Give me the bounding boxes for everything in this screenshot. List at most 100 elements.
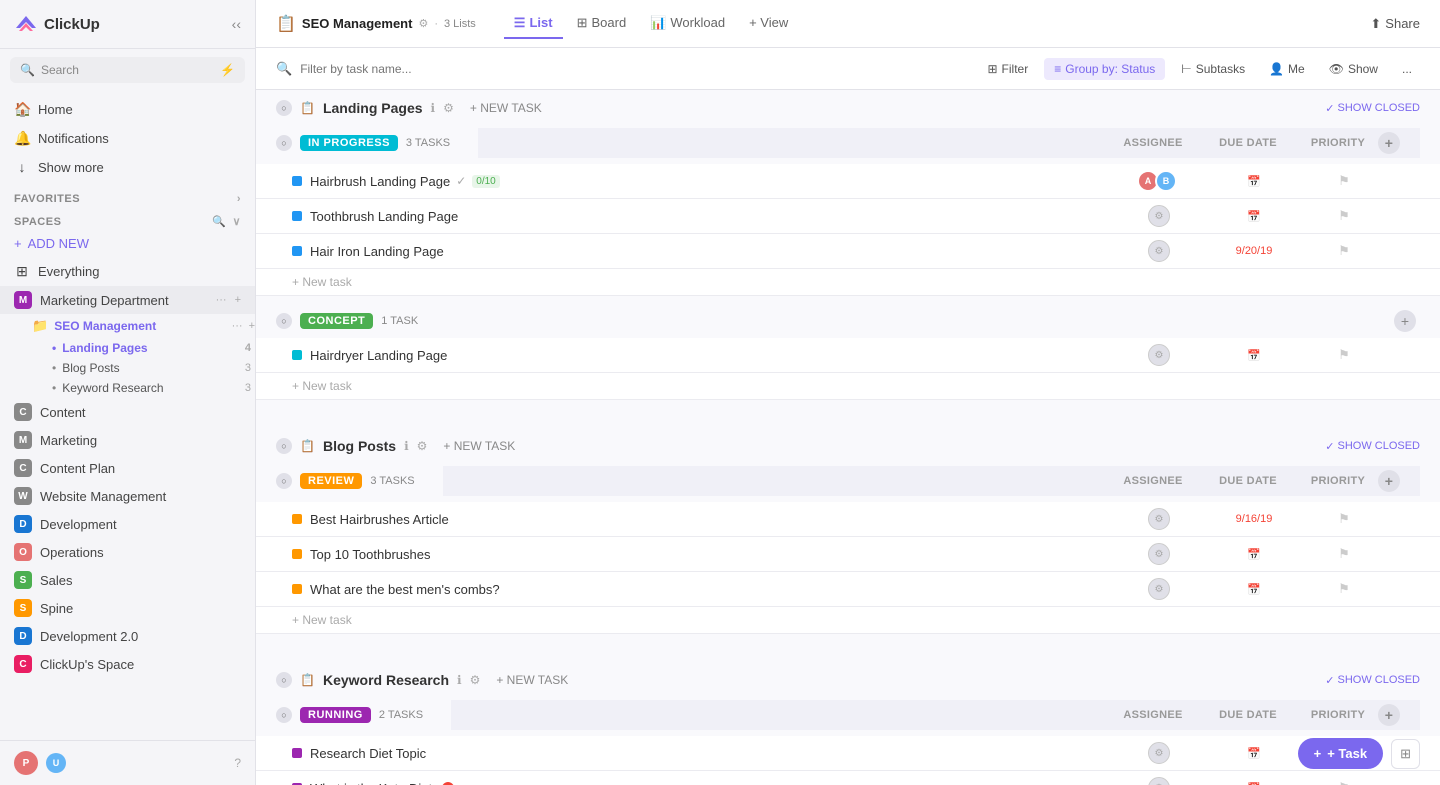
assignee-cell: ⚙ <box>1114 240 1204 262</box>
collapse-in-progress[interactable]: ○ <box>276 135 292 151</box>
add-task-button[interactable]: + + Task <box>1298 738 1383 769</box>
add-column-btn[interactable]: + <box>1378 132 1400 154</box>
space-content[interactable]: C Content <box>0 398 255 426</box>
due-date-col-header: DUE DATE <box>1198 137 1298 149</box>
settings-icon-blog[interactable]: ⚙ <box>417 439 428 453</box>
assignee-col-header: ASSIGNEE <box>1108 137 1198 149</box>
group-icon: ≡ <box>1054 62 1061 76</box>
due-date-cell: 📅 <box>1204 548 1304 561</box>
view-tabs: ☰ List ⊞ Board 📊 Workload + View <box>504 9 798 39</box>
space-sales[interactable]: S Sales <box>0 566 255 594</box>
collapse-blog-posts[interactable]: ○ <box>276 438 292 454</box>
due-date-col-header: DUE DATE <box>1198 475 1298 487</box>
add-column-btn-review[interactable]: + <box>1378 470 1400 492</box>
add-to-marketing-icon[interactable]: + <box>235 294 241 306</box>
keyword-research-title: Keyword Research <box>323 672 449 688</box>
show-button[interactable]: 👁 Show <box>1321 58 1386 80</box>
search-bar[interactable]: 🔍 Search ⚡ <box>10 57 245 83</box>
seo-add[interactable]: + <box>249 320 255 332</box>
space-contentplan[interactable]: C Content Plan <box>0 454 255 482</box>
eye-icon: 👁 <box>1329 62 1344 76</box>
space-marketing[interactable]: M Marketing Department ··· + <box>0 286 255 314</box>
collapse-sidebar-icon[interactable]: ‹‹ <box>232 16 241 32</box>
subtasks-button[interactable]: ⊢ Subtasks <box>1173 58 1253 80</box>
show-closed-keyword[interactable]: ✓ SHOW CLOSED <box>1325 674 1420 687</box>
task-row[interactable]: Research Diet Topic ⚙ 📅 ⚑ <box>256 736 1440 771</box>
space-spine[interactable]: S Spine <box>0 594 255 622</box>
add-column-btn-running[interactable]: + <box>1378 704 1400 726</box>
add-column-btn-concept[interactable]: + <box>1394 310 1416 332</box>
me-button[interactable]: 👤 Me <box>1261 58 1313 80</box>
space-webmgmt[interactable]: W Website Management <box>0 482 255 510</box>
tab-board[interactable]: ⊞ Board <box>567 9 637 39</box>
task-row[interactable]: Hairdryer Landing Page ⚙ 📅 ⚑ <box>256 338 1440 373</box>
space-marketing2[interactable]: M Marketing <box>0 426 255 454</box>
task-row[interactable]: Hairbrush Landing Page ✓ 0/10 A B 📅 <box>256 164 1440 199</box>
settings-icon[interactable]: ⚙ <box>418 17 428 30</box>
seo-label: SEO Management <box>54 319 156 333</box>
space-options-marketing[interactable]: ··· <box>216 294 227 306</box>
group-by-button[interactable]: ≡ Group by: Status <box>1044 58 1165 80</box>
collapse-concept[interactable]: ○ <box>276 313 292 329</box>
task-color-dot <box>292 350 302 360</box>
filter-input[interactable] <box>300 62 500 76</box>
help-icon[interactable]: ? <box>234 756 241 770</box>
task-title: What are the best men's combs? <box>310 582 1114 597</box>
new-task-keyword-btn[interactable]: + NEW TASK <box>496 673 568 687</box>
due-date-cell: 📅 <box>1204 175 1304 188</box>
sidebar-list-blog-posts[interactable]: • Blog Posts 3 <box>0 358 255 378</box>
more-options-button[interactable]: ... <box>1394 58 1420 80</box>
due-date-cell: 9/16/19 <box>1204 513 1304 525</box>
tab-list[interactable]: ☰ List <box>504 9 563 39</box>
logo[interactable]: ClickUp <box>14 12 100 36</box>
task-row[interactable]: What is the Keto Diet ⚙ 📅 ⚑ <box>256 771 1440 785</box>
seo-options[interactable]: ··· <box>232 320 243 332</box>
new-task-row[interactable]: + New task <box>256 373 1440 400</box>
sidebar-item-everything[interactable]: ⊞ Everything <box>0 257 255 286</box>
assignee-cell: A B <box>1114 170 1204 192</box>
new-task-blog-btn[interactable]: + NEW TASK <box>443 439 515 453</box>
assignee-placeholder: ⚙ <box>1148 578 1170 600</box>
collapse-keyword-research[interactable]: ○ <box>276 672 292 688</box>
task-row[interactable]: What are the best men's combs? ⚙ 📅 ⚑ <box>256 572 1440 607</box>
sidebar-item-seo[interactable]: 📁 SEO Management ··· + <box>0 314 255 338</box>
sidebar-list-landing-pages[interactable]: • Landing Pages 4 <box>0 338 255 358</box>
settings-icon-landing[interactable]: ⚙ <box>443 101 454 115</box>
space-clickup[interactable]: C ClickUp's Space <box>0 650 255 678</box>
task-row[interactable]: Top 10 Toothbrushes ⚙ 📅 ⚑ <box>256 537 1440 572</box>
collapse-landing-pages[interactable]: ○ <box>276 100 292 116</box>
space-dev2[interactable]: D Development 2.0 <box>0 622 255 650</box>
expand-spaces-icon[interactable]: ∨ <box>232 215 241 228</box>
due-date-cell: 📅 <box>1204 210 1304 223</box>
settings-icon-keyword[interactable]: ⚙ <box>470 673 481 687</box>
sidebar-item-notifications[interactable]: 🔔 Notifications <box>0 124 255 153</box>
collapse-running[interactable]: ○ <box>276 707 292 723</box>
spaces-label: SPACES 🔍 ∨ <box>0 207 255 230</box>
avatar2: B <box>1155 170 1177 192</box>
new-task-landing-btn[interactable]: + NEW TASK <box>470 101 542 115</box>
show-closed-landing[interactable]: ✓ SHOW CLOSED <box>1325 102 1420 115</box>
new-task-row[interactable]: + New task <box>256 607 1440 634</box>
collapse-review[interactable]: ○ <box>276 473 292 489</box>
show-closed-blog[interactable]: ✓ SHOW CLOSED <box>1325 440 1420 453</box>
task-row[interactable]: Toothbrush Landing Page ⚙ 📅 ⚑ <box>256 199 1440 234</box>
space-dev[interactable]: D Development <box>0 510 255 538</box>
sidebar-list-keyword-research[interactable]: • Keyword Research 3 <box>0 378 255 398</box>
tab-add-view[interactable]: + View <box>739 9 798 38</box>
add-new-button[interactable]: + ADD NEW <box>0 230 255 257</box>
filter-button[interactable]: ⊞ Filter <box>979 58 1036 80</box>
space-ops[interactable]: O Operations <box>0 538 255 566</box>
new-task-row[interactable]: + New task <box>256 269 1440 296</box>
search-spaces-icon[interactable]: 🔍 <box>212 215 226 228</box>
grid-view-button[interactable]: ⊞ <box>1391 739 1420 769</box>
user-avatar[interactable]: P <box>14 751 38 775</box>
tab-workload[interactable]: 📊 Workload <box>640 9 735 39</box>
task-title: Toothbrush Landing Page <box>310 209 1114 224</box>
share-button[interactable]: ⬆ Share <box>1370 16 1420 32</box>
task-row[interactable]: Hair Iron Landing Page ⚙ 9/20/19 ⚑ <box>256 234 1440 269</box>
gear-icon: ⚙ <box>1155 350 1164 361</box>
flag-icon: ⚑ <box>1338 511 1350 527</box>
task-row[interactable]: Best Hairbrushes Article ⚙ 9/16/19 ⚑ <box>256 502 1440 537</box>
sidebar-item-home[interactable]: 🏠 Home <box>0 95 255 124</box>
sidebar-item-show-more[interactable]: ↓ Show more <box>0 153 255 181</box>
